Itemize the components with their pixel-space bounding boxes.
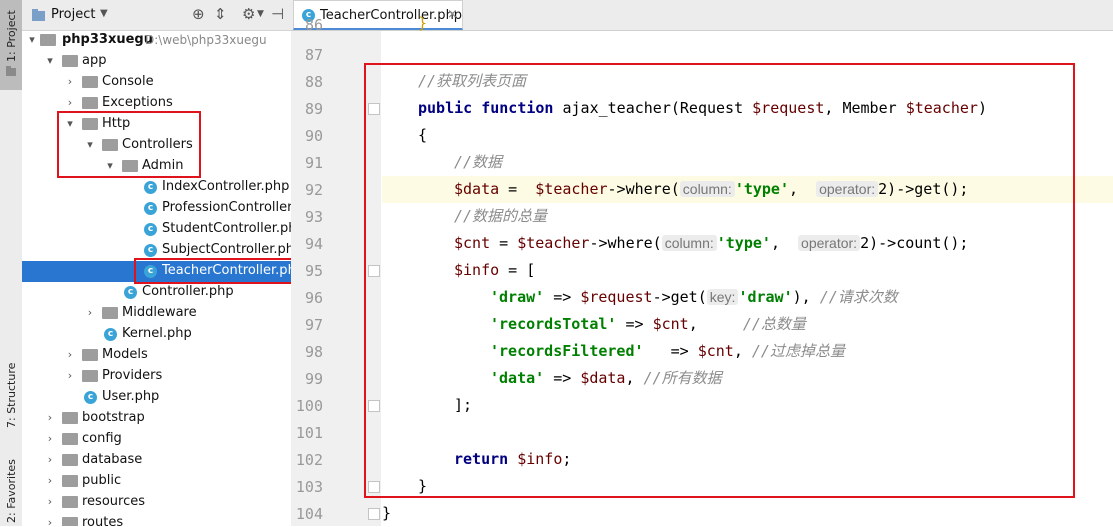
chevron-right-icon[interactable]: › <box>44 495 56 508</box>
gear-dropdown-icon[interactable]: ▼ <box>257 9 264 19</box>
folder-icon <box>62 433 78 445</box>
tree-item-project-root[interactable]: ▾ php33xuegu D:\web\php33xuegu <box>22 30 291 51</box>
tree-item-professioncontroller[interactable]: c ProfessionController.php <box>22 198 291 219</box>
chevron-right-icon[interactable]: › <box>44 411 56 424</box>
folder-icon <box>62 517 78 526</box>
chevron-right-icon[interactable]: › <box>44 432 56 445</box>
php-class-icon: c <box>84 391 97 404</box>
tree-item-label: Kernel.php <box>122 326 192 341</box>
chevron-right-icon[interactable]: › <box>64 75 76 88</box>
php-class-icon: c <box>124 286 137 299</box>
project-tool-tab[interactable]: 1: Project <box>0 0 22 90</box>
folder-icon <box>82 349 98 361</box>
highlight-box-teachercontroller <box>134 258 291 284</box>
tree-item-label: php33xuegu <box>62 32 153 47</box>
editor-gutter <box>291 31 381 526</box>
folder-icon <box>82 370 98 382</box>
chevron-right-icon[interactable]: › <box>44 453 56 466</box>
chevron-right-icon[interactable]: › <box>44 474 56 487</box>
tree-item-label: IndexController.php <box>162 179 290 194</box>
tree-item-routes[interactable]: › routes <box>22 513 291 526</box>
tree-item-console[interactable]: › Console <box>22 72 291 93</box>
folder-icon <box>40 34 56 46</box>
tab-teachercontroller[interactable]: c TeacherController.php × <box>293 0 463 30</box>
tree-item-models[interactable]: › Models <box>22 345 291 366</box>
favorites-tool-tab[interactable]: 2: Favorites <box>0 455 22 526</box>
tree-item-public[interactable]: › public <box>22 471 291 492</box>
project-tool-icon <box>6 66 16 76</box>
tree-item-user[interactable]: c User.php <box>22 387 291 408</box>
folder-icon <box>102 307 118 319</box>
project-tool-tab-label: 1: Project <box>5 10 18 62</box>
chevron-down-icon[interactable]: ▾ <box>26 33 38 46</box>
tree-item-label: bootstrap <box>82 410 145 425</box>
tree-item-label: database <box>82 452 143 467</box>
project-path: D:\web\php33xuegu <box>145 33 267 47</box>
tree-item-label: app <box>82 53 107 68</box>
tree-item-resources[interactable]: › resources <box>22 492 291 513</box>
folder-icon <box>62 496 78 508</box>
tree-item-app[interactable]: ▾ app <box>22 51 291 72</box>
tree-item-studentcontroller[interactable]: c StudentController.php <box>22 219 291 240</box>
tree-item-label: Exceptions <box>102 95 173 110</box>
project-panel-title[interactable]: Project <box>51 7 95 22</box>
tree-item-label: ProfessionController.php <box>162 200 292 215</box>
php-class-icon: c <box>104 328 117 341</box>
highlight-box-http-admin <box>57 111 201 178</box>
tree-item-label: routes <box>82 515 124 526</box>
chevron-right-icon[interactable]: › <box>84 306 96 319</box>
chevron-right-icon[interactable]: › <box>44 516 56 526</box>
chevron-right-icon[interactable]: › <box>64 348 76 361</box>
code-editor[interactable] <box>381 31 1113 526</box>
chevron-down-icon[interactable]: ▾ <box>44 54 56 67</box>
editor-tab-bar: c TeacherController.php × <box>291 0 1113 31</box>
view-dropdown-icon[interactable]: ▼ <box>100 8 108 19</box>
php-class-icon: c <box>144 202 157 215</box>
tree-item-database[interactable]: › database <box>22 450 291 471</box>
tree-item-label: Models <box>102 347 148 362</box>
php-class-icon: c <box>144 223 157 236</box>
chevron-right-icon[interactable]: › <box>64 96 76 109</box>
folder-icon <box>82 97 98 109</box>
folder-icon <box>62 454 78 466</box>
project-panel-header: Project ▼ ⊕ ⇕ ⚙ ▼ ⊣ <box>22 0 291 31</box>
folder-icon <box>62 55 78 67</box>
scroll-from-source-icon[interactable]: ⊕ <box>192 5 205 23</box>
tree-item-label: Providers <box>102 368 163 383</box>
php-class-icon: c <box>302 9 315 22</box>
tree-item-kernel[interactable]: c Kernel.php <box>22 324 291 345</box>
folder-icon <box>62 475 78 487</box>
tree-item-label: User.php <box>102 389 160 404</box>
favorites-tool-tab-label: 2: Favorites <box>5 459 18 523</box>
tree-item-indexcontroller[interactable]: c IndexController.php <box>22 177 291 198</box>
project-view-icon <box>32 9 45 21</box>
tree-item-label: SubjectController.php <box>162 242 292 257</box>
tree-item-label: public <box>82 473 122 488</box>
tree-item-label: resources <box>82 494 146 509</box>
tree-item-label: StudentController.php <box>162 221 292 236</box>
tree-item-bootstrap[interactable]: › bootstrap <box>22 408 291 429</box>
folder-icon <box>82 76 98 88</box>
tree-item-label: Console <box>102 74 154 89</box>
chevron-right-icon[interactable]: › <box>64 369 76 382</box>
tree-item-providers[interactable]: › Providers <box>22 366 291 387</box>
structure-tool-tab-label: 7: Structure <box>5 362 18 428</box>
hide-panel-icon[interactable]: ⊣ <box>271 5 284 23</box>
tab-label: TeacherController.php <box>320 8 463 23</box>
tree-item-config[interactable]: › config <box>22 429 291 450</box>
tree-item-middleware[interactable]: › Middleware <box>22 303 291 324</box>
php-class-icon: c <box>144 181 157 194</box>
tree-item-label: config <box>82 431 122 446</box>
structure-tool-tab[interactable]: 7: Structure <box>0 360 22 430</box>
tree-item-label: Controller.php <box>142 284 234 299</box>
tool-window-strip: 1: Project 7: Structure 2: Favorites <box>0 0 23 526</box>
folder-icon <box>62 412 78 424</box>
tree-item-controller[interactable]: c Controller.php <box>22 282 291 303</box>
project-panel: Project ▼ ⊕ ⇕ ⚙ ▼ ⊣ ▾ php33xuegu D:\web\… <box>22 0 292 526</box>
php-class-icon: c <box>144 244 157 257</box>
tree-item-label: Middleware <box>122 305 197 320</box>
gear-icon[interactable]: ⚙ <box>242 5 255 23</box>
close-icon[interactable]: × <box>447 7 458 22</box>
collapse-all-icon[interactable]: ⇕ <box>214 5 227 23</box>
